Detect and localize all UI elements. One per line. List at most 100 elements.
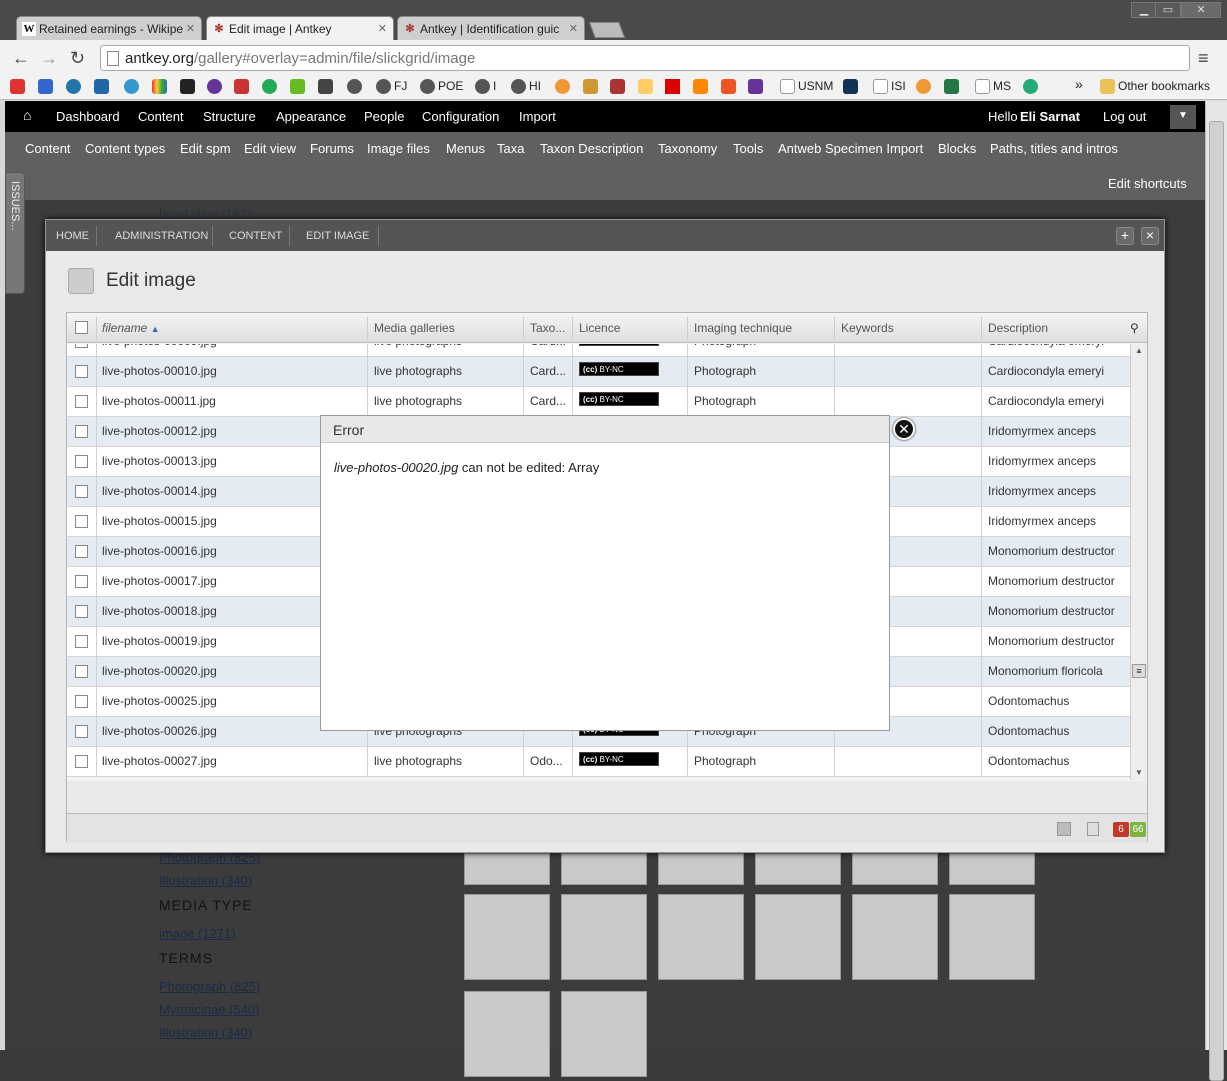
scroll-thumb-icon[interactable]: ≡: [1132, 664, 1146, 678]
cell-imaging-technique[interactable]: Photograph: [694, 344, 829, 348]
row-checkbox[interactable]: [75, 344, 88, 348]
gallery-thumbnail[interactable]: [852, 894, 938, 980]
breadcrumb-content[interactable]: CONTENT: [229, 230, 282, 242]
download-bookmark[interactable]: [290, 79, 308, 95]
row-checkbox[interactable]: [75, 455, 88, 468]
column-keywords[interactable]: Keywords: [841, 321, 894, 335]
bookmark-fj[interactable]: FJ: [376, 79, 407, 95]
row-checkbox[interactable]: [75, 425, 88, 438]
delete-icon[interactable]: [1087, 822, 1099, 836]
gallery-thumbnail[interactable]: [561, 894, 647, 980]
shortcut-item[interactable]: Paths, titles and intros: [990, 141, 1118, 156]
column-filename[interactable]: filename ▲: [102, 321, 160, 335]
table-row[interactable]: live-photos-00010.jpg live photographs Car…: [67, 357, 1130, 387]
cell-description[interactable]: Iridomyrmex anceps: [988, 514, 1128, 528]
gallery-thumbnail[interactable]: [658, 894, 744, 980]
row-checkbox[interactable]: [75, 545, 88, 558]
cell-description[interactable]: Cardiocondyla emeryi: [988, 394, 1128, 408]
more-bookmarks-icon[interactable]: »: [1075, 76, 1083, 92]
user-name[interactable]: Eli Sarnat: [1020, 109, 1080, 124]
row-checkbox[interactable]: [75, 725, 88, 738]
licence-badge[interactable]: (cc) BY-NC: [579, 752, 659, 766]
shortcut-item[interactable]: Image files: [367, 141, 430, 156]
bookmark-icon[interactable]: [638, 79, 656, 95]
admin-menu-dashboard[interactable]: Dashboard: [56, 109, 120, 124]
admin-menu-people[interactable]: People: [364, 109, 404, 124]
gallery-thumbnail[interactable]: [658, 853, 744, 885]
breadcrumb-administration[interactable]: ADMINISTRATION: [115, 230, 208, 242]
row-checkbox[interactable]: [75, 575, 88, 588]
close-tab-icon[interactable]: ✕: [378, 22, 387, 35]
new-tab-button[interactable]: [589, 22, 625, 38]
shortcut-item[interactable]: Taxa: [497, 141, 524, 156]
table-row[interactable]: live-photos-00011.jpg live photographs Car…: [67, 387, 1130, 417]
bookmark-icon[interactable]: [318, 79, 336, 95]
cell-description[interactable]: Monomorium destructor: [988, 604, 1128, 618]
select-all-checkbox[interactable]: [75, 321, 88, 334]
cpanel-bookmark[interactable]: [693, 79, 711, 95]
admin-menu-structure[interactable]: Structure: [203, 109, 256, 124]
bookmark-icon[interactable]: [583, 79, 601, 95]
cell-filename[interactable]: live-photos-00010.jpg: [102, 364, 362, 378]
gmail-bookmark[interactable]: [10, 79, 28, 95]
gallery-thumbnail[interactable]: [949, 894, 1035, 980]
error-count-badge[interactable]: 6: [1113, 822, 1129, 837]
column-licence[interactable]: Licence: [579, 321, 620, 335]
cell-filename[interactable]: live-photos-00009.jpg: [102, 344, 362, 348]
item-count-badge[interactable]: 66: [1130, 822, 1146, 837]
nbc-bookmark[interactable]: [152, 79, 170, 95]
gallery-thumbnail[interactable]: [949, 853, 1035, 885]
add-shortcut-icon[interactable]: +: [1116, 227, 1134, 245]
facet-link[interactable]: Myrmicinae (540): [159, 1002, 259, 1017]
shortcut-star-icon[interactable]: [68, 268, 94, 294]
cell-gallery[interactable]: live photographs: [374, 364, 519, 378]
edit-shortcuts-link[interactable]: Edit shortcuts: [1108, 176, 1187, 191]
bookmark-hi[interactable]: HI: [511, 79, 541, 95]
facet-link[interactable]: Illustration (340): [159, 1025, 252, 1040]
cell-description[interactable]: Cardiocondyla emeryi: [988, 364, 1128, 378]
licence-badge[interactable]: (cc) BY-NC: [579, 362, 659, 376]
tab-edit-image[interactable]: ✻ Edit image | Antkey ✕: [206, 16, 394, 40]
cell-taxonomy[interactable]: Card...: [530, 394, 570, 408]
breadcrumb-home[interactable]: HOME: [56, 230, 89, 242]
minimize-button[interactable]: ▁: [1131, 2, 1157, 18]
row-checkbox[interactable]: [75, 485, 88, 498]
bookmark-icon[interactable]: [262, 79, 280, 95]
cell-imaging-technique[interactable]: Photograph: [694, 754, 829, 768]
clone-icon[interactable]: [1057, 822, 1071, 836]
admin-menu-appearance[interactable]: Appearance: [276, 109, 346, 124]
address-bar[interactable]: antkey.org/gallery#overlay=admin/file/sl…: [100, 45, 1190, 71]
admin-menu-configuration[interactable]: Configuration: [422, 109, 499, 124]
grid-scrollbar[interactable]: ▲ ≡ ▼: [1130, 344, 1147, 780]
bookmark-icon[interactable]: [234, 79, 252, 95]
cell-filename[interactable]: live-photos-00027.jpg: [102, 754, 362, 768]
row-checkbox[interactable]: [75, 635, 88, 648]
shortcut-item[interactable]: Tools: [733, 141, 763, 156]
table-row[interactable]: live-photos-00009.jpg live photographs Car…: [67, 344, 1130, 357]
bookmark-poe[interactable]: POE: [420, 79, 463, 95]
cell-description[interactable]: Odontomachus: [988, 724, 1128, 738]
cell-description[interactable]: Monomorium destructor: [988, 574, 1128, 588]
bookmark-usnm[interactable]: USNM: [780, 79, 833, 95]
shortcut-item[interactable]: Content types: [85, 141, 165, 156]
shortcut-item[interactable]: Edit view: [244, 141, 296, 156]
cell-description[interactable]: Cardiocondyla emeryi: [988, 344, 1128, 348]
close-dialog-icon[interactable]: ✕: [893, 418, 915, 440]
bookmark-icon[interactable]: [944, 79, 962, 95]
cell-taxonomy[interactable]: Odo...: [530, 754, 570, 768]
butterfly-bookmark[interactable]: [916, 79, 934, 95]
nyt-bookmark[interactable]: [180, 79, 198, 95]
breadcrumb-edit-image[interactable]: EDIT IMAGE: [306, 230, 369, 242]
cell-gallery[interactable]: live photographs: [374, 754, 519, 768]
yahoo-bookmark[interactable]: [748, 79, 766, 95]
search-icon[interactable]: ⚲: [1130, 321, 1139, 335]
tab-antkey-guide[interactable]: ✻ Antkey | Identification guic ✕: [397, 16, 585, 40]
noaa-bookmark[interactable]: [66, 79, 84, 95]
row-checkbox[interactable]: [75, 665, 88, 678]
row-checkbox[interactable]: [75, 695, 88, 708]
peace-bookmark[interactable]: [207, 79, 225, 95]
scrollbar-thumb[interactable]: [1209, 121, 1224, 1081]
bookmark-icon[interactable]: [94, 79, 112, 95]
gallery-thumbnail[interactable]: [561, 853, 647, 885]
licence-badge[interactable]: (cc) BY-NC: [579, 344, 659, 346]
